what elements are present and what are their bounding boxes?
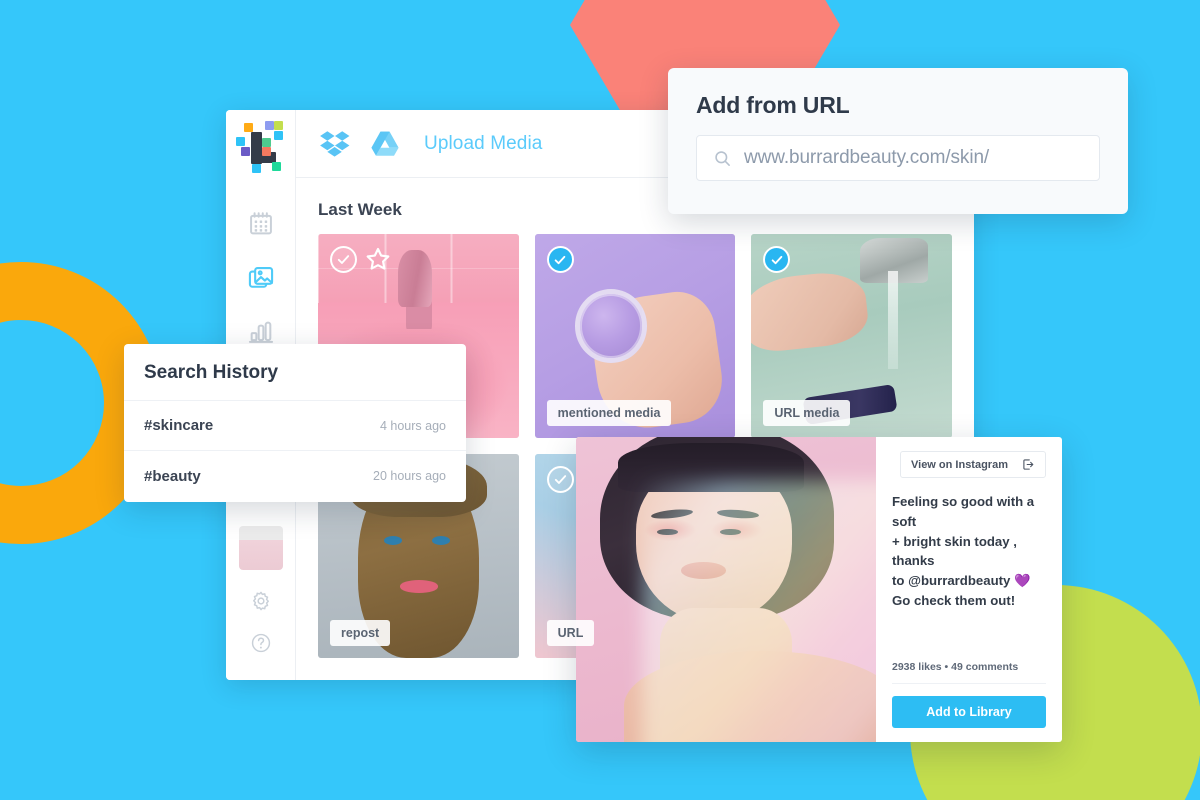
view-on-instagram-label: View on Instagram	[911, 458, 1008, 471]
select-check-icon[interactable]	[330, 246, 357, 273]
later-logo-icon[interactable]	[231, 118, 291, 184]
instagram-post-card: View on Instagram Feeling so good with a…	[576, 437, 1062, 742]
sidebar-bottom-group	[238, 526, 283, 680]
add-from-url-panel: Add from URL	[668, 68, 1128, 214]
post-photo	[576, 437, 876, 742]
favorite-star-icon[interactable]	[365, 246, 391, 272]
gear-icon[interactable]	[250, 590, 272, 612]
search-history-item[interactable]: #beauty 20 hours ago	[124, 451, 466, 501]
add-from-url-title: Add from URL	[696, 92, 850, 118]
media-tag-badge: URL	[546, 620, 595, 646]
external-link-icon	[1022, 458, 1035, 471]
search-icon	[713, 149, 732, 168]
sidebar-item-calendar[interactable]	[247, 210, 275, 238]
sidebar-item-analytics[interactable]	[247, 318, 275, 346]
profile-thumbnail[interactable]	[238, 526, 283, 570]
post-stats: 2938 likes • 49 comments	[892, 661, 1046, 684]
media-tile[interactable]: mentioned media	[534, 234, 736, 438]
select-check-icon[interactable]	[546, 246, 574, 273]
search-history-term: #beauty	[144, 467, 201, 485]
media-tag-badge: mentioned media	[546, 400, 672, 426]
search-history-panel: Search History #skincare 4 hours ago #be…	[124, 344, 466, 502]
url-input-wrapper[interactable]	[696, 135, 1100, 181]
upload-media-button[interactable]: Upload Media	[424, 133, 542, 155]
url-input[interactable]	[744, 147, 1083, 169]
select-check-icon[interactable]	[546, 466, 574, 493]
media-tile[interactable]: URL media	[751, 234, 952, 438]
search-history-time: 4 hours ago	[379, 418, 446, 433]
search-history-title: Search History	[124, 344, 466, 401]
help-icon[interactable]	[250, 632, 272, 654]
screenshot-stage: Upload Media Last Week mentioned media U…	[0, 0, 1200, 800]
sidebar-item-media-library[interactable]	[247, 264, 275, 292]
search-history-item[interactable]: #skincare 4 hours ago	[124, 401, 466, 451]
post-caption: Feeling so good with a soft + bright ski…	[892, 494, 1035, 608]
view-on-instagram-button[interactable]: View on Instagram	[900, 451, 1046, 478]
search-history-term: #skincare	[144, 417, 214, 434]
post-body: View on Instagram Feeling so good with a…	[876, 437, 1062, 742]
google-drive-icon[interactable]	[368, 127, 402, 161]
search-history-time: 20 hours ago	[373, 469, 446, 483]
dropbox-icon[interactable]	[318, 127, 352, 161]
sidebar-nav	[247, 210, 275, 346]
media-tag-badge: repost	[330, 620, 391, 646]
add-to-library-button[interactable]: Add to Library	[892, 696, 1046, 728]
media-tag-badge: URL media	[763, 400, 851, 426]
